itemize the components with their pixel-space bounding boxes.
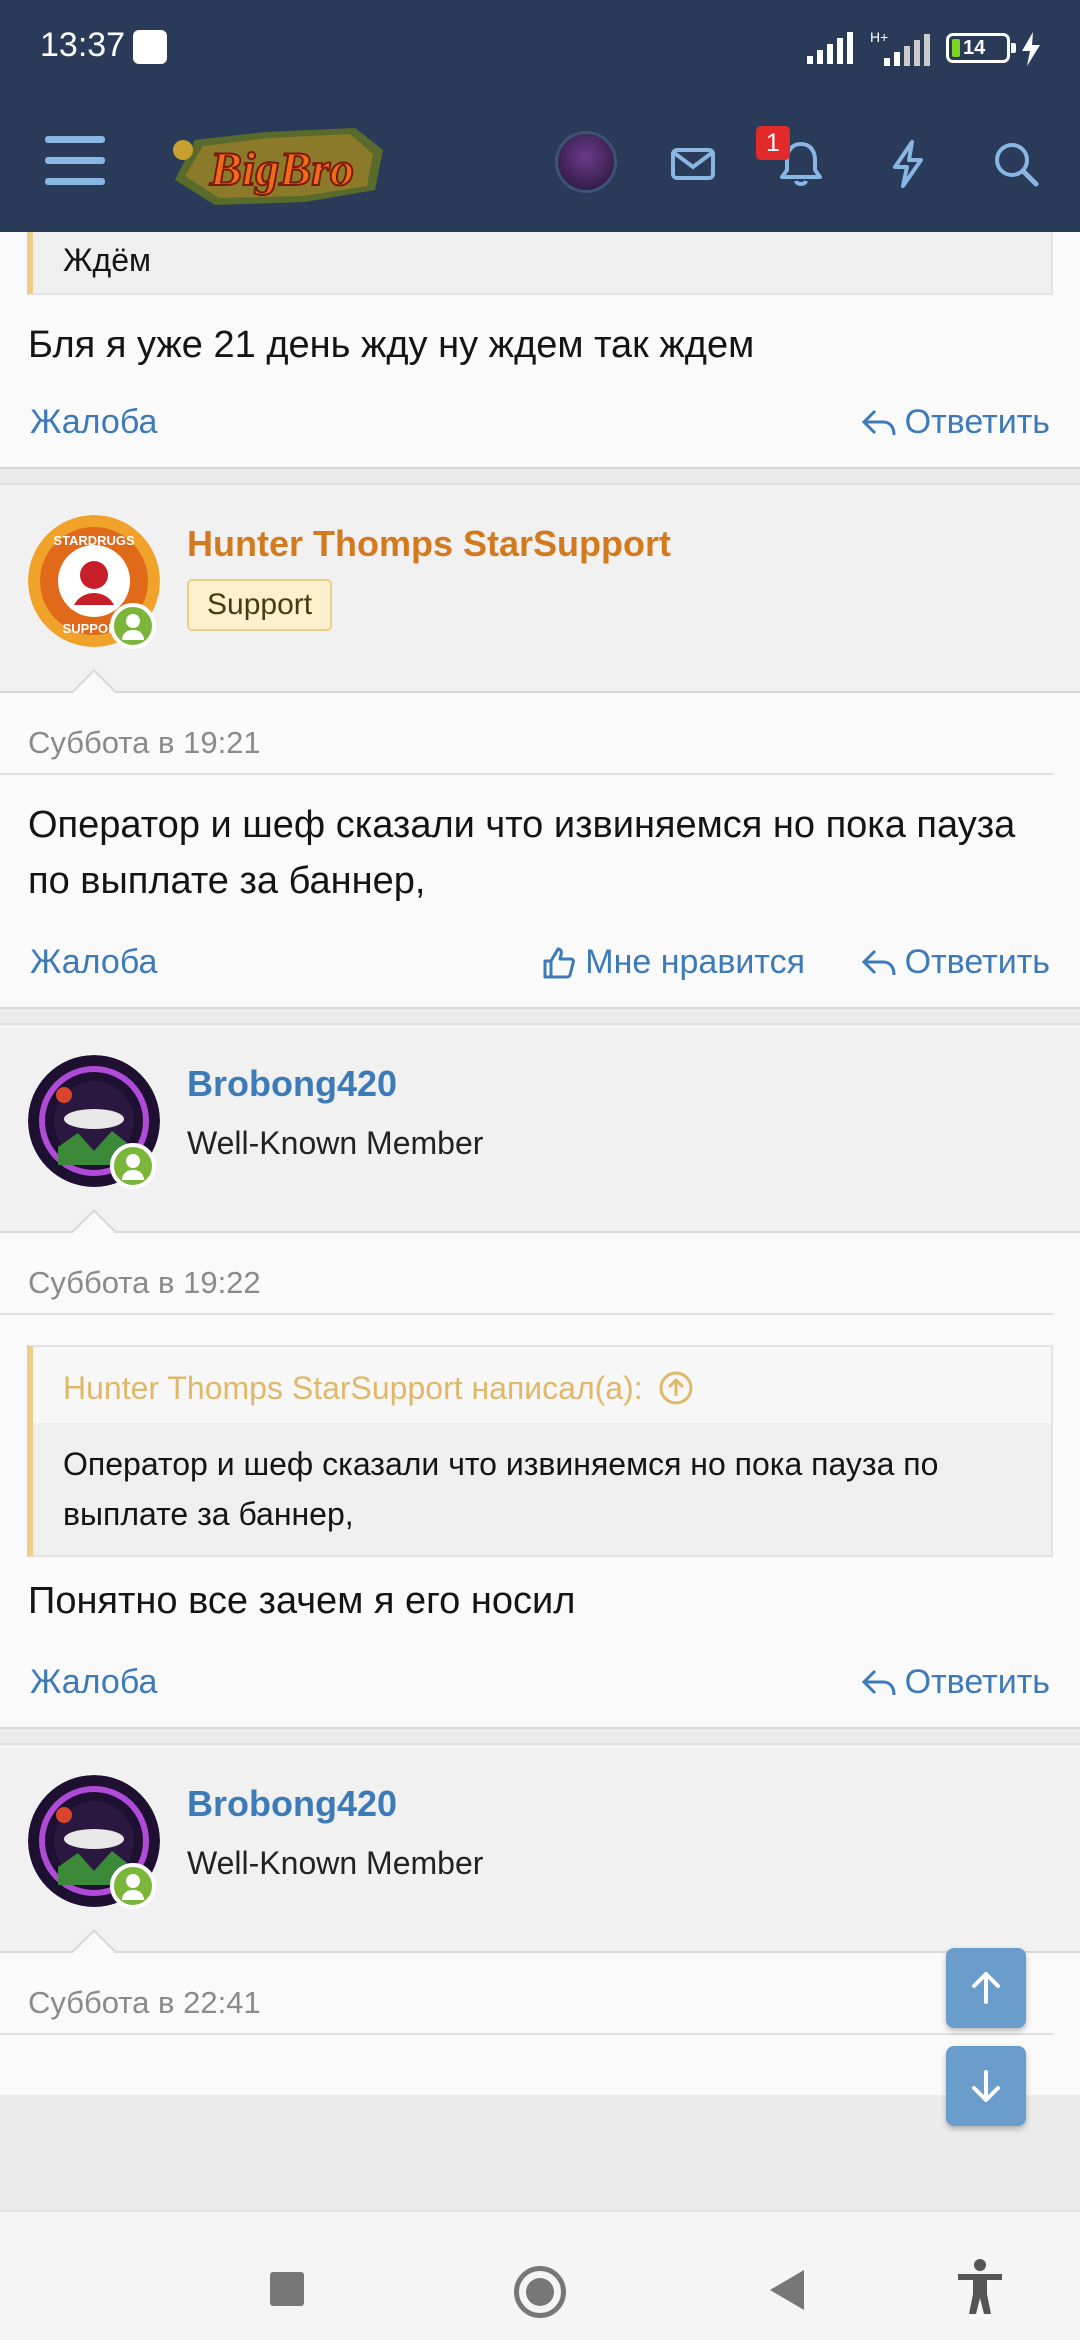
online-status-icon: [110, 1863, 156, 1909]
post-separator: [0, 1727, 1080, 1745]
jump-to-quote-icon[interactable]: [657, 1369, 695, 1407]
online-status-icon: [110, 603, 156, 649]
lightning-icon[interactable]: [878, 134, 938, 194]
signal-h-plus-icon: H+: [870, 30, 930, 66]
username[interactable]: Hunter Thomps StarSupport: [187, 523, 671, 565]
notification-indicator-icon: [133, 30, 167, 64]
reply-icon: [861, 409, 896, 435]
home-icon[interactable]: [514, 2266, 566, 2318]
reply-button[interactable]: Ответить: [861, 1663, 1050, 1702]
quote-text: Ждём: [63, 242, 152, 278]
quote-author: Hunter Thomps StarSupport написал(а):: [63, 1369, 643, 1406]
post-user-header: Brobong420 Well-Known Member: [0, 1025, 1080, 1234]
post: Суббота в 19:22 Hunter Thomps StarSuppor…: [0, 1233, 1080, 1727]
post-message: Оператор и шеф сказали что извиняемся но…: [28, 804, 1016, 902]
post-user-header: STARDRUGS SUPPORT Hunter Thomps StarSupp…: [0, 485, 1080, 694]
reply-button[interactable]: Ответить: [861, 943, 1050, 982]
reply-label: Ответить: [904, 403, 1050, 441]
app-header: BigBro 1: [0, 96, 1080, 232]
quote-block: Ждём: [27, 232, 1053, 295]
battery-icon: 14: [946, 33, 1016, 63]
quote-text: Оператор и шеф сказали что извиняемся но…: [33, 1423, 1051, 1555]
user-title: Well-Known Member: [187, 1845, 484, 1881]
notification-badge: 1: [756, 126, 790, 160]
status-bar: 13:37 H+ 14: [0, 0, 1080, 96]
post-date[interactable]: Суббота в 19:21: [0, 693, 1053, 775]
menu-icon[interactable]: [45, 136, 105, 188]
signal-icon: [807, 32, 853, 64]
user-avatar[interactable]: [555, 131, 617, 193]
username[interactable]: Brobong420: [187, 1783, 397, 1825]
quote-header[interactable]: Hunter Thomps StarSupport написал(а):: [33, 1347, 1051, 1423]
thread-content: Ждём Бля я уже 21 день жду ну ждем так ж…: [0, 232, 1080, 2210]
search-icon[interactable]: [986, 134, 1046, 194]
scroll-up-button[interactable]: [946, 1948, 1026, 2028]
report-link[interactable]: Жалоба: [30, 1663, 157, 1702]
recents-icon[interactable]: [270, 2272, 304, 2306]
status-time: 13:37: [40, 26, 126, 64]
report-link[interactable]: Жалоба: [30, 943, 157, 982]
thumbs-up-icon: [543, 947, 576, 978]
battery-level: 14: [963, 37, 986, 59]
quote-block: Hunter Thomps StarSupport написал(а): Оп…: [27, 1345, 1053, 1557]
arrow-up-icon: [972, 1972, 1000, 2004]
reply-label: Ответить: [904, 943, 1050, 981]
arrow-down-icon: [972, 2070, 1000, 2102]
system-nav-bar: [0, 2210, 1080, 2340]
accessibility-icon[interactable]: [955, 2258, 1005, 2316]
mail-icon[interactable]: [663, 134, 723, 194]
svg-text:BigBro: BigBro: [209, 143, 354, 196]
site-logo[interactable]: BigBro: [155, 110, 395, 220]
post: Ждём Бля я уже 21 день жду ну ждем так ж…: [0, 232, 1080, 467]
user-title-badge: Support: [187, 579, 333, 631]
online-status-icon: [110, 1143, 156, 1189]
svg-text:STARDRUGS: STARDRUGS: [53, 533, 135, 548]
report-link[interactable]: Жалоба: [30, 403, 157, 442]
scroll-down-button[interactable]: [946, 2046, 1026, 2126]
like-button[interactable]: Мне нравится: [541, 943, 805, 982]
reply-button[interactable]: Ответить: [861, 403, 1050, 442]
reply-label: Ответить: [904, 1663, 1050, 1701]
user-title: Well-Known Member: [187, 1125, 484, 1161]
reply-icon: [861, 949, 896, 975]
post-user-header: Brobong420 Well-Known Member: [0, 1745, 1080, 1954]
svg-text:H+: H+: [870, 30, 888, 45]
charging-icon: [1022, 32, 1040, 66]
reply-icon: [861, 1669, 896, 1695]
post-separator: [0, 1007, 1080, 1025]
post-separator: [0, 467, 1080, 485]
like-label: Мне нравится: [585, 943, 805, 981]
back-icon[interactable]: [770, 2270, 804, 2310]
post: Суббота в 22:41: [0, 1953, 1080, 2095]
post: Суббота в 19:21 Оператор и шеф сказали ч…: [0, 693, 1080, 1007]
post-date[interactable]: Суббота в 22:41: [0, 1953, 1053, 2035]
post-date[interactable]: Суббота в 19:22: [0, 1233, 1053, 1315]
post-message: Бля я уже 21 день жду ну ждем так ждем: [28, 324, 755, 366]
username[interactable]: Brobong420: [187, 1063, 397, 1105]
post-message: Понятно все зачем я его носил: [28, 1580, 576, 1622]
